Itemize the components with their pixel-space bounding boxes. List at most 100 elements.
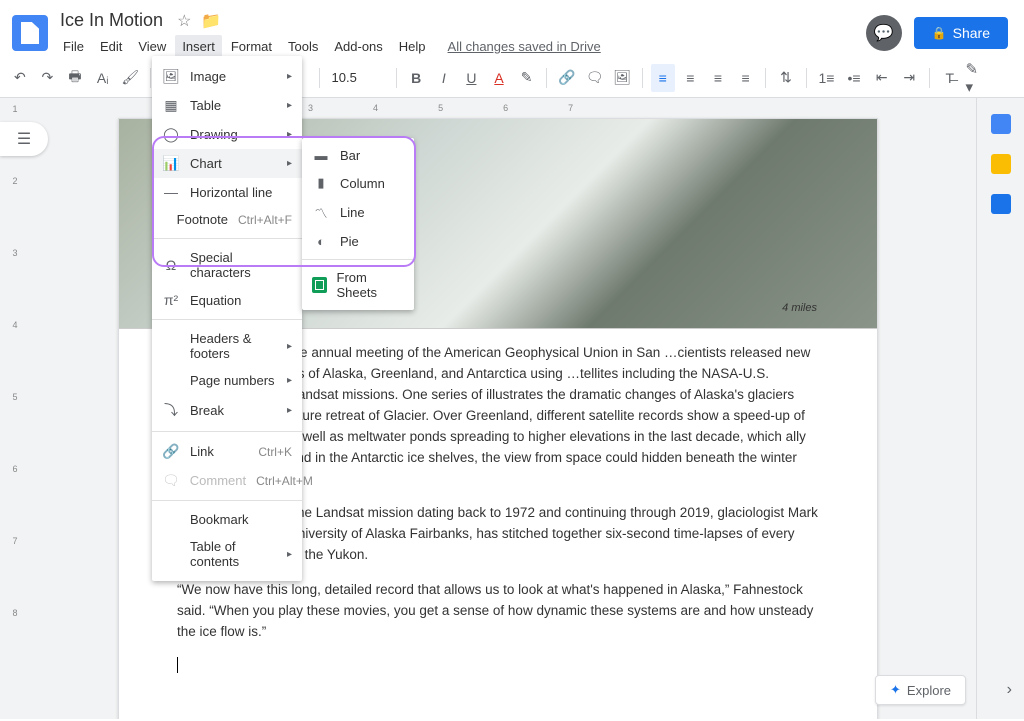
- chart-column[interactable]: ▮Column: [302, 169, 414, 197]
- keep-icon[interactable]: [991, 154, 1011, 174]
- document-title[interactable]: Ice In Motion: [56, 8, 167, 33]
- italic-icon[interactable]: I: [432, 64, 456, 92]
- menu-separator: [152, 238, 302, 239]
- share-button[interactable]: Share: [914, 17, 1008, 49]
- ruler-mark: 3: [308, 103, 313, 113]
- chevron-right-icon: ▸: [287, 71, 292, 82]
- shortcut-label: Ctrl+K: [258, 445, 292, 459]
- menu-item-horizontal-line[interactable]: —Horizontal line: [152, 178, 302, 206]
- align-right-icon[interactable]: ≡: [706, 64, 730, 92]
- highlight-icon[interactable]: ✎: [515, 64, 539, 92]
- menu-item-drawing[interactable]: ◯Drawing▸: [152, 120, 302, 149]
- outline-toggle-icon[interactable]: ☰: [0, 122, 48, 156]
- menu-item-headers-footers[interactable]: Headers & footers▸: [152, 325, 302, 367]
- text-caret: [177, 657, 178, 673]
- menu-item-footnote[interactable]: FootnoteCtrl+Alt+F: [152, 206, 302, 233]
- insert-menu-dropdown: 🖼Image▸ ▦Table▸ ◯Drawing▸ 📊Chart▸ —Horiz…: [152, 56, 302, 581]
- tasks-icon[interactable]: [991, 194, 1011, 214]
- text-color-icon[interactable]: A: [487, 64, 511, 92]
- paragraph[interactable]: “We now have this long, detailed record …: [177, 580, 819, 643]
- font-size-input[interactable]: [328, 66, 388, 89]
- ruler-mark: 5: [0, 392, 30, 464]
- menu-item-toc[interactable]: Table of contents▸: [152, 533, 302, 575]
- chart-from-sheets[interactable]: From Sheets: [302, 264, 414, 306]
- chart-line[interactable]: 〽Line: [302, 197, 414, 228]
- align-left-icon[interactable]: ≡: [651, 64, 675, 92]
- menu-item-bookmark[interactable]: Bookmark: [152, 506, 302, 533]
- separator: [150, 68, 151, 88]
- open-comments-icon[interactable]: 💬: [866, 15, 902, 51]
- increase-indent-icon[interactable]: ⇥: [897, 64, 921, 92]
- print-icon[interactable]: 🖶: [63, 64, 87, 92]
- align-center-icon[interactable]: ≡: [679, 64, 703, 92]
- insert-link-icon[interactable]: 🔗: [555, 64, 579, 92]
- title-bar: Ice In Motion ☆ 📁 File Edit View Insert …: [0, 0, 1024, 58]
- decrease-indent-icon[interactable]: ⇤: [870, 64, 894, 92]
- separator: [546, 68, 547, 88]
- ruler-mark: 7: [0, 536, 30, 608]
- calendar-icon[interactable]: [991, 114, 1011, 134]
- chart-pie[interactable]: ◐Pie: [302, 228, 414, 255]
- separator: [396, 68, 397, 88]
- comment-icon: 🗨: [162, 472, 180, 489]
- chevron-right-icon: ▸: [287, 405, 292, 416]
- menu-help[interactable]: Help: [392, 35, 433, 58]
- clear-formatting-icon[interactable]: T̶: [938, 64, 962, 92]
- menu-separator: [152, 431, 302, 432]
- ruler-mark: 4: [0, 320, 30, 392]
- docs-logo-icon[interactable]: [12, 15, 48, 51]
- menu-item-table[interactable]: ▦Table▸: [152, 91, 302, 120]
- menu-edit[interactable]: Edit: [93, 35, 129, 58]
- bold-icon[interactable]: B: [404, 64, 428, 92]
- ruler-mark: 7: [568, 103, 573, 113]
- chevron-right-icon: ▸: [287, 549, 292, 560]
- menu-bar: File Edit View Insert Format Tools Add-o…: [56, 35, 866, 58]
- break-icon: ⤵: [162, 400, 180, 420]
- menu-item-link[interactable]: 🔗LinkCtrl+K: [152, 437, 302, 466]
- menu-tools[interactable]: Tools: [281, 35, 325, 58]
- menu-item-special-chars[interactable]: ΩSpecial characters: [152, 244, 302, 286]
- omega-icon: Ω: [162, 257, 180, 273]
- menu-view[interactable]: View: [131, 35, 173, 58]
- ruler-mark: 2: [0, 176, 30, 248]
- insert-image-icon[interactable]: 🖼: [610, 64, 634, 92]
- menu-item-page-numbers[interactable]: Page numbers▸: [152, 367, 302, 394]
- align-justify-icon[interactable]: ≡: [734, 64, 758, 92]
- ruler-mark: 3: [0, 248, 30, 320]
- menu-item-equation[interactable]: π²Equation: [152, 286, 302, 314]
- menu-addons[interactable]: Add-ons: [327, 35, 389, 58]
- drawing-icon: ◯: [162, 126, 180, 143]
- spellcheck-icon[interactable]: Aᵢ: [91, 64, 115, 92]
- separator: [319, 68, 320, 88]
- menu-item-comment: 🗨CommentCtrl+Alt+M: [152, 466, 302, 495]
- star-icon[interactable]: ☆: [177, 11, 191, 31]
- line-spacing-icon[interactable]: ⇅: [774, 64, 798, 92]
- sidepanel-collapse-icon[interactable]: ›: [1007, 681, 1012, 699]
- numbered-list-icon[interactable]: 1≡: [815, 64, 839, 92]
- menu-item-image[interactable]: 🖼Image▸: [152, 62, 302, 91]
- menu-format[interactable]: Format: [224, 35, 279, 58]
- menu-item-chart[interactable]: 📊Chart▸: [152, 149, 302, 178]
- chevron-right-icon: ▸: [287, 129, 292, 140]
- insert-comment-icon[interactable]: 🗨: [583, 64, 607, 92]
- move-folder-icon[interactable]: 📁: [201, 11, 221, 31]
- column-chart-icon: ▮: [312, 175, 330, 191]
- editing-mode-icon[interactable]: ✎ ▾: [966, 60, 986, 96]
- underline-icon[interactable]: U: [460, 64, 484, 92]
- menu-insert[interactable]: Insert: [175, 35, 222, 58]
- undo-icon[interactable]: ↶: [8, 64, 32, 92]
- separator: [642, 68, 643, 88]
- chart-bar[interactable]: ▬Bar: [302, 142, 414, 169]
- redo-icon[interactable]: ↷: [36, 64, 60, 92]
- explore-button[interactable]: Explore: [875, 675, 966, 705]
- bulleted-list-icon[interactable]: •≡: [842, 64, 866, 92]
- image-scalebar: 4 miles: [782, 302, 817, 314]
- separator: [806, 68, 807, 88]
- menu-item-break[interactable]: ⤵Break▸: [152, 394, 302, 426]
- title-area: Ice In Motion ☆ 📁 File Edit View Insert …: [56, 8, 866, 58]
- save-status[interactable]: All changes saved in Drive: [441, 35, 608, 58]
- ruler-mark: 6: [503, 103, 508, 113]
- paint-format-icon[interactable]: 🖌: [118, 64, 142, 92]
- menu-file[interactable]: File: [56, 35, 91, 58]
- menu-separator: [152, 319, 302, 320]
